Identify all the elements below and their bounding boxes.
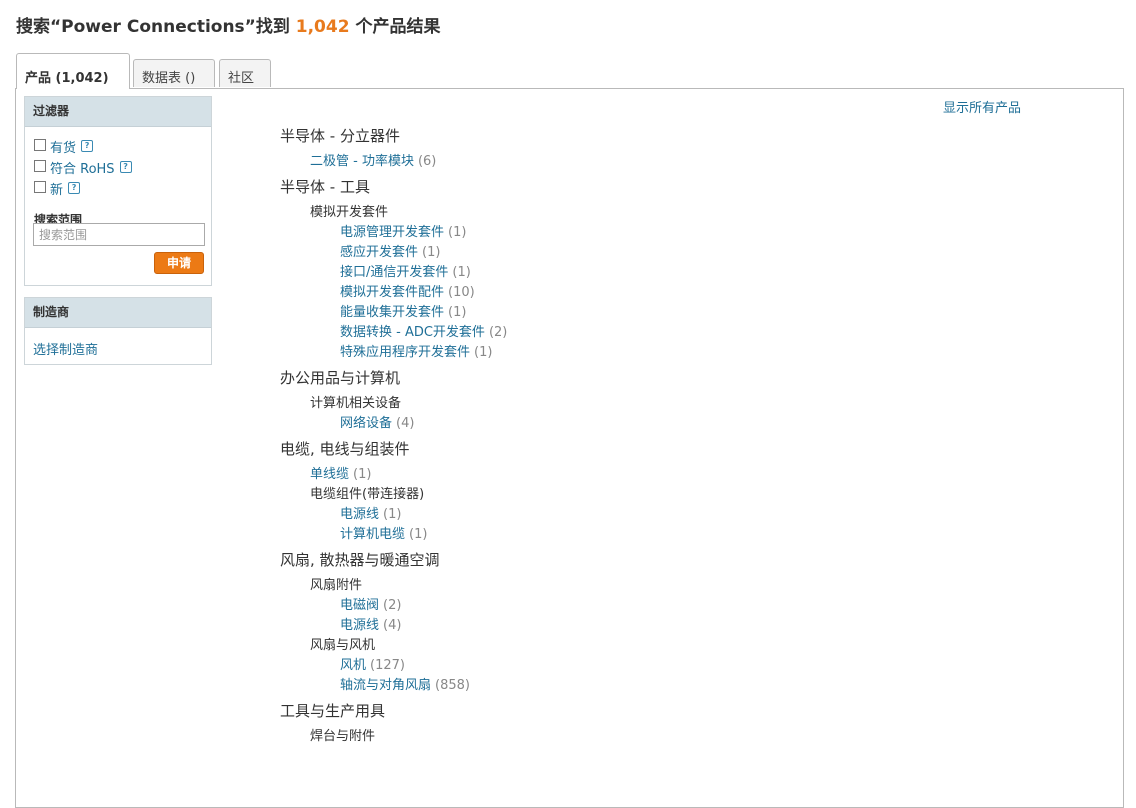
in-stock-checkbox[interactable] [34,138,46,151]
subcategory-title: 焊台与附件 [310,729,376,744]
category-link[interactable]: 能量收集开发套件 [340,305,444,320]
list-item[interactable]: 电源线 (4) [280,616,960,636]
subcategory-title: 模拟开发套件 [310,205,389,220]
category-link[interactable]: 电源线 [340,618,379,633]
item-count: (2) [383,598,402,613]
item-count: (1) [474,345,493,360]
rohs-checkbox[interactable] [34,159,46,172]
item-count: (2) [488,325,508,340]
page-title: 搜索“Power Connections”找到 1,042 个产品结果 [16,12,440,37]
tab-products[interactable]: 产品 (1,042) [16,53,130,89]
title-prefix: 搜索“Power Connections”找到 [16,17,290,37]
new-checkbox[interactable] [34,180,46,193]
help-icon[interactable]: ? [119,160,132,173]
item-count: (1) [452,265,471,280]
category-link[interactable]: 电源管理开发套件 [340,225,444,240]
category-results: 半导体 - 分立器件 二极管 - 功率模块 (6) 半导体 - 工具 模拟开发套件… [280,126,960,747]
manufacturer-panel: 制造商 选择制造商 [24,297,212,365]
item-count: (1) [409,527,428,542]
category-title: 工具与生产用具 [280,702,386,720]
item-count: (127) [370,658,405,673]
category-link[interactable]: 电源线 [340,507,379,522]
subcategory-title: 风扇与风机 [310,638,376,653]
list-item[interactable]: 二极管 - 功率模块 (6) [280,152,960,172]
list-item[interactable]: 数据转换 - ADC开发套件 (2) [280,323,960,343]
category-link[interactable]: 轴流与对角风扇 [340,678,431,693]
item-count: (1) [383,507,402,522]
item-count: (858) [435,678,470,693]
category-link[interactable]: 接口/通信开发套件 [340,265,448,280]
category-link[interactable]: 电磁阀 [340,598,379,613]
apply-button[interactable]: 申请 [154,252,204,274]
list-item[interactable]: 能量收集开发套件 (1) [280,303,960,323]
new-label[interactable]: 新 [50,183,63,198]
list-item[interactable]: 接口/通信开发套件 (1) [280,263,960,283]
item-count: (1) [448,225,467,240]
in-stock-label[interactable]: 有货 [50,141,76,156]
title-suffix: 个产品结果 [355,17,441,37]
category-title: 办公用品与计算机 [280,369,401,387]
item-count: (4) [396,416,415,431]
category-link[interactable]: 计算机电缆 [340,527,405,542]
subcategory-title: 电缆组件(带连接器) [310,487,425,502]
list-item[interactable]: 电源线 (1) [280,505,960,525]
category-title: 半导体 - 分立器件 [280,127,400,145]
item-count: (10) [448,285,475,300]
category-link[interactable]: 数据转换 - ADC开发套件 [340,325,485,340]
category-link[interactable]: 模拟开发套件配件 [340,285,444,300]
list-item[interactable]: 单线缆 (1) [280,465,960,485]
list-item[interactable]: 电源管理开发套件 (1) [280,223,960,243]
filter-rohs[interactable]: 符合 RoHS? [34,158,132,177]
list-item[interactable]: 轴流与对角风扇 (858) [280,676,960,696]
subcategory-title: 计算机相关设备 [310,396,402,411]
show-all-products-link[interactable]: 显示所有产品 [943,97,1021,116]
item-count: (1) [448,305,467,320]
category-link[interactable]: 单线缆 [310,467,349,482]
category-title: 电缆, 电线与组装件 [280,440,410,458]
rohs-label[interactable]: 符合 RoHS [50,162,115,177]
list-item[interactable]: 网络设备 (4) [280,414,960,434]
category-link[interactable]: 感应开发套件 [340,245,418,260]
filter-panel-title: 过滤器 [25,97,211,127]
list-item[interactable]: 风机 (127) [280,656,960,676]
list-item[interactable]: 电磁阀 (2) [280,596,960,616]
category-link[interactable]: 特殊应用程序开发套件 [340,345,470,360]
item-count: (1) [422,245,441,260]
list-item[interactable]: 感应开发套件 (1) [280,243,960,263]
filter-new[interactable]: 新? [34,179,81,198]
manufacturer-panel-title: 制造商 [25,298,211,328]
category-link[interactable]: 风机 [340,658,366,673]
search-scope-input[interactable] [33,223,205,246]
list-item[interactable]: 特殊应用程序开发套件 (1) [280,343,960,363]
subcategory-title: 风扇附件 [310,578,363,593]
category-link[interactable]: 网络设备 [340,416,392,431]
item-count: (6) [417,154,437,169]
tab-community[interactable]: 社区 [219,59,271,87]
result-count: 1,042 [295,17,350,37]
item-count: (1) [353,467,372,482]
list-item[interactable]: 模拟开发套件配件 (10) [280,283,960,303]
tab-datasheets[interactable]: 数据表 () [133,59,215,87]
item-count: (4) [383,618,402,633]
list-item[interactable]: 计算机电缆 (1) [280,525,960,545]
category-title: 风扇, 散热器与暖通空调 [280,551,440,569]
filter-in-stock[interactable]: 有货? [34,137,94,156]
select-manufacturer-link[interactable]: 选择制造商 [33,339,98,358]
category-title: 半导体 - 工具 [280,178,370,196]
help-icon[interactable]: ? [81,139,94,152]
filter-panel: 过滤器 有货? 符合 RoHS? 新? 搜索范围 申请 [24,96,212,286]
category-link[interactable]: 二极管 - 功率模块 [310,154,414,169]
help-icon[interactable]: ? [68,181,81,194]
